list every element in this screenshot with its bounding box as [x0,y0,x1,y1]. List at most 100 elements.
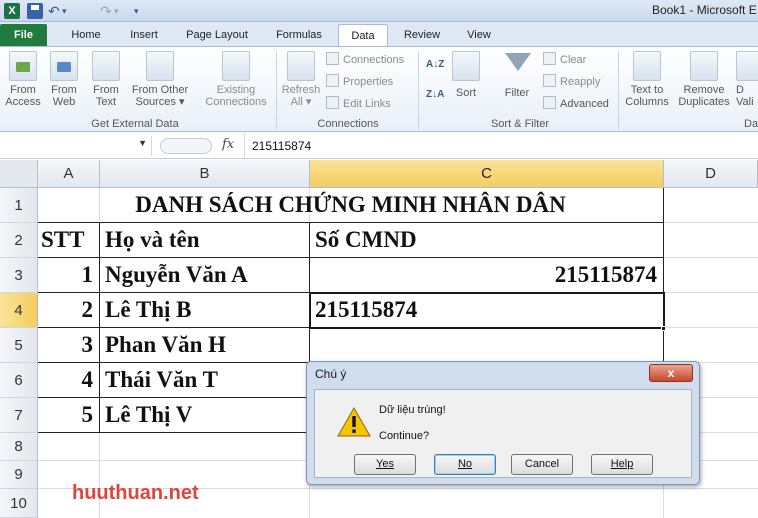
column-header-c[interactable]: C [310,160,664,188]
sheet-title-cell[interactable]: DANH SÁCH CHỨNG MINH NHÂN DÂN [38,188,663,223]
row-header-7[interactable]: 7 [0,398,38,433]
text-to-columns-button[interactable]: Text to Columns [622,51,672,108]
select-all-button[interactable] [0,160,38,188]
stt-cell[interactable]: 3 [38,328,99,363]
from-access-label-2: Access [5,96,41,108]
header-cmnd-cell[interactable]: Số CMND [310,223,663,258]
name-box[interactable]: ▼ [2,136,152,156]
fill-handle[interactable] [661,326,666,331]
refresh-all-button[interactable]: Refresh All ▾ [280,51,322,108]
filter-funnel-icon [503,51,531,81]
tab-formulas[interactable]: Formulas [264,24,334,46]
properties-icon [326,74,339,87]
existing-connections-label-2: Connections [205,96,267,108]
row-header-4[interactable]: 4 [0,293,38,328]
tab-page-layout[interactable]: Page Layout [176,24,258,46]
header-stt-cell[interactable]: STT [38,223,99,258]
row-header-10[interactable]: 10 [0,489,38,518]
sort-z-to-a-icon[interactable]: Z↓A [426,87,444,103]
group-separator [418,51,419,129]
column-header-b[interactable]: B [100,160,310,188]
row-header-9[interactable]: 9 [0,461,38,489]
text-file-icon [92,51,120,81]
clear-filter-button[interactable]: Clear [543,52,586,68]
tab-insert[interactable]: Insert [116,24,172,46]
tab-review[interactable]: Review [394,24,450,46]
reapply-button[interactable]: Reapply [543,74,600,90]
from-other-label-2: Sources ▾ [135,96,185,108]
group-label-data-tools: Da [744,118,758,130]
no-button[interactable]: No [434,454,496,475]
customize-qat-icon[interactable]: ▾ [134,2,139,20]
redo-icon[interactable]: ↷ [100,2,112,20]
column-header-a[interactable]: A [38,160,100,188]
header-name-cell[interactable]: Họ và tên [100,223,309,258]
advanced-filter-icon [543,96,556,109]
namebox-resize-handle[interactable] [160,138,212,154]
data-validation-label-1: D [736,84,744,96]
insert-function-icon[interactable]: fx [222,137,234,152]
row-header-2[interactable]: 2 [0,223,38,258]
cmnd-cell[interactable]: 215115874 [310,258,663,293]
formula-input[interactable]: 215115874 [244,133,758,159]
name-cell[interactable]: Nguyễn Văn A [100,258,309,293]
data-validation-label-2: Vali [736,96,754,108]
excel-app-icon[interactable]: X [4,3,20,19]
undo-icon[interactable]: ↶ [48,2,60,20]
dialog-body: Dữ liệu trùng! Continue? Yes No Cancel H… [314,389,692,478]
sort-button[interactable]: Sort [448,51,484,99]
name-cell[interactable]: Thái Văn T [100,363,309,398]
row-header-8[interactable]: 8 [0,433,38,461]
from-web-label-2: Web [52,96,76,108]
edit-links-button[interactable]: Edit Links [326,96,391,112]
formula-bar: ▼ fx 215115874 [0,133,758,159]
advanced-label: Advanced [560,98,609,110]
tab-data[interactable]: Data [338,24,388,46]
tab-home[interactable]: Home [58,24,114,46]
tab-view[interactable]: View [454,24,504,46]
watermark-text: huuthuan.net [72,482,199,504]
chevron-down-icon[interactable]: ▼ [138,138,147,148]
stt-cell[interactable]: 2 [38,293,99,328]
from-access-button[interactable]: From Access [2,51,44,108]
from-access-label-1: From [10,84,36,96]
from-web-button[interactable]: From Web [44,51,84,108]
from-text-button[interactable]: From Text [86,51,126,108]
name-cell[interactable]: Lê Thị B [100,293,309,328]
column-header-d[interactable]: D [664,160,758,188]
data-validation-icon [736,51,758,81]
name-cell[interactable]: Phan Văn H [100,328,309,363]
sort-a-to-z-icon[interactable]: A↓Z [426,57,444,73]
row-header-1[interactable]: 1 [0,188,38,223]
from-other-sources-button[interactable]: From Other Sources ▾ [128,51,192,108]
refresh-icon [287,51,315,81]
name-cell[interactable]: Lê Thị V [100,398,309,433]
dialog-close-button[interactable]: x [649,364,693,382]
properties-button[interactable]: Properties [326,74,393,90]
cancel-label: Cancel [524,458,560,470]
redo-dropdown-icon[interactable]: ▾ [114,2,119,20]
undo-dropdown-icon[interactable]: ▾ [62,2,67,20]
group-separator [618,51,619,129]
group-label-get-external-data: Get External Data [91,118,179,130]
existing-connections-icon [222,51,250,81]
save-icon[interactable] [27,3,43,19]
help-button[interactable]: Help [591,454,653,475]
existing-connections-button[interactable]: Existing Connections [200,51,272,108]
advanced-filter-button[interactable]: Advanced [543,96,609,112]
filter-button[interactable]: Filter [498,51,536,99]
remove-duplicates-button[interactable]: Remove Duplicates [674,51,734,108]
connections-button[interactable]: Connections [326,52,404,68]
tab-file[interactable]: File [0,24,47,46]
row-header-6[interactable]: 6 [0,363,38,398]
stt-cell[interactable]: 4 [38,363,99,398]
stt-cell[interactable]: 1 [38,258,99,293]
data-validation-button[interactable]: D Vali [736,51,758,108]
row-header-5[interactable]: 5 [0,328,38,363]
from-web-label-1: From [51,84,77,96]
stt-cell[interactable]: 5 [38,398,99,433]
row-header-3[interactable]: 3 [0,258,38,293]
group-label-connections: Connections [317,118,379,130]
cancel-button[interactable]: Cancel [511,454,573,475]
yes-button[interactable]: Yes [354,454,416,475]
